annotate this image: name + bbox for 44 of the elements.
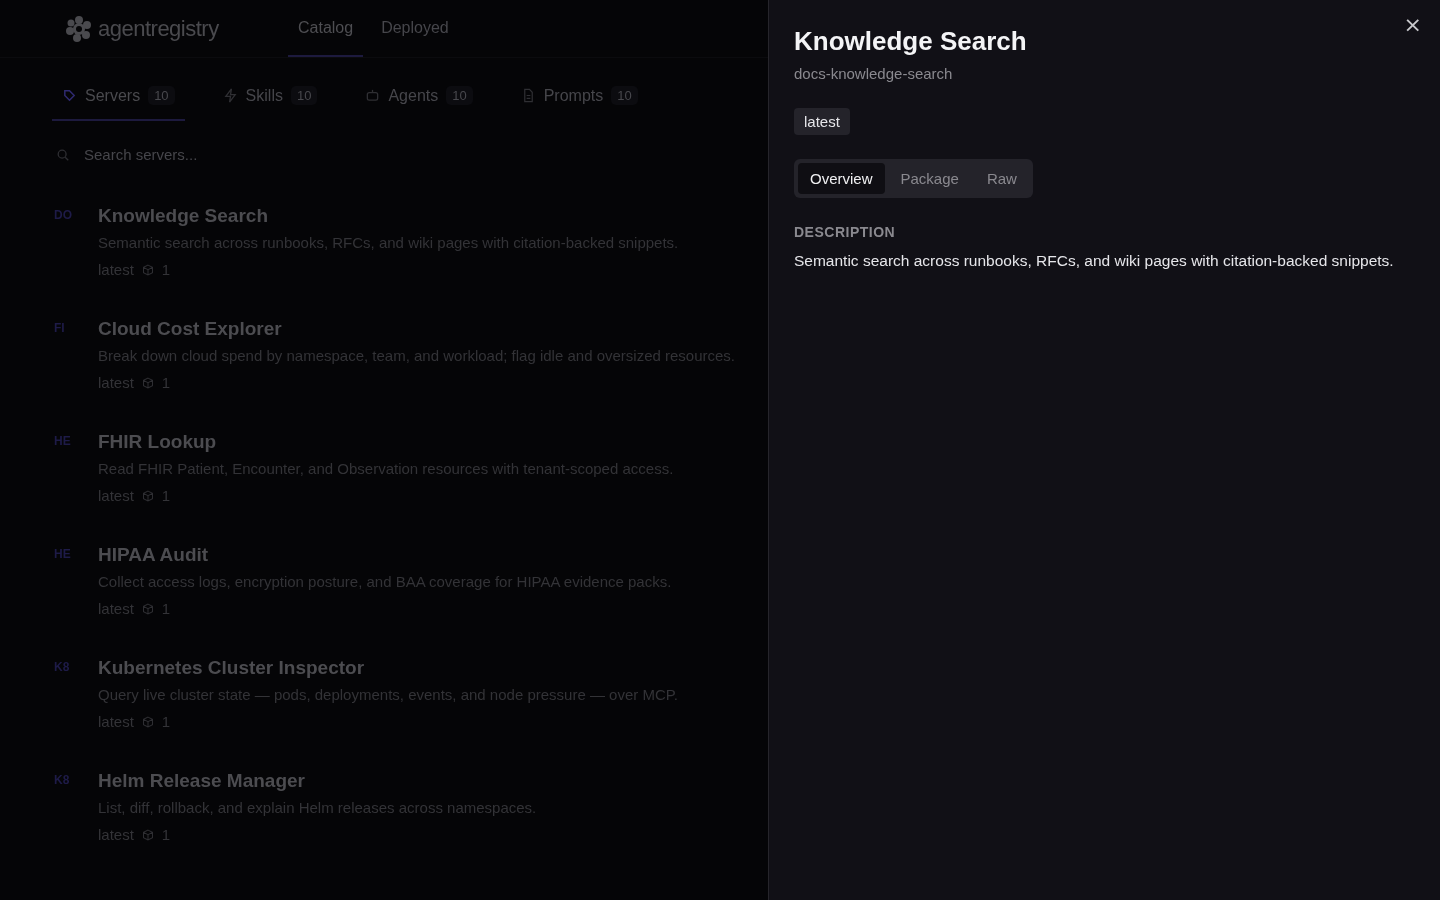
search-field[interactable]: Search servers... — [82, 145, 656, 164]
lightning-icon — [222, 88, 238, 103]
package-icon — [141, 715, 154, 728]
server-title: HIPAA Audit — [98, 543, 210, 567]
robot-icon — [365, 88, 381, 103]
description-text: Semantic search across runbooks, RFCs, and wiki pages with citation-backed snippets. — [794, 252, 1395, 270]
server-title: Helm Release Manager — [98, 769, 306, 793]
nav-tab[interactable]: Catalog — [288, 0, 364, 57]
search-icon — [56, 147, 70, 162]
nav-tab[interactable]: Deployed — [371, 0, 459, 57]
count-badge: 10 — [611, 86, 638, 105]
package-icon — [141, 263, 154, 276]
server-name: docs-knowledge-search — [794, 65, 954, 82]
server-title: FHIR Lookup — [98, 430, 218, 454]
panel-tab[interactable]: Package — [888, 163, 971, 194]
count-badge: 10 — [148, 86, 175, 105]
section-heading: DESCRIPTION — [794, 224, 897, 240]
server-title: Cloud Cost Explorer — [98, 317, 283, 341]
server-initials: DO — [54, 207, 73, 224]
category-tab[interactable]: Skills 10 — [212, 78, 328, 121]
panel-tab[interactable]: Raw — [974, 163, 1029, 194]
logo-text: agentregistry — [98, 15, 219, 42]
panel-title: Knowledge Search — [794, 26, 1028, 57]
close-button[interactable]: × — [1399, 10, 1426, 39]
server-title: Knowledge Search — [98, 204, 269, 228]
server-initials: FI — [54, 320, 66, 337]
logo-icon — [66, 15, 92, 42]
package-icon — [141, 828, 154, 841]
count-badge: 10 — [446, 86, 473, 105]
category-tab[interactable]: Agents 10 — [355, 78, 483, 121]
panel-tab[interactable]: Overview — [798, 163, 885, 194]
count-badge: 10 — [290, 86, 318, 105]
package-icon — [141, 602, 154, 615]
package-icon — [141, 489, 154, 502]
server-initials: HE — [54, 433, 72, 450]
package-icon — [141, 376, 154, 389]
version-tag: latest — [794, 108, 850, 135]
tag-icon — [62, 88, 77, 103]
category-tab[interactable]: Prompts 10 — [510, 78, 648, 121]
server-initials: K8 — [54, 659, 71, 676]
server-initials: K8 — [54, 772, 71, 789]
server-initials: HE — [54, 546, 72, 563]
category-tab[interactable]: Servers 10 — [52, 78, 185, 121]
server-title: Kubernetes Cluster Inspector — [98, 656, 366, 680]
